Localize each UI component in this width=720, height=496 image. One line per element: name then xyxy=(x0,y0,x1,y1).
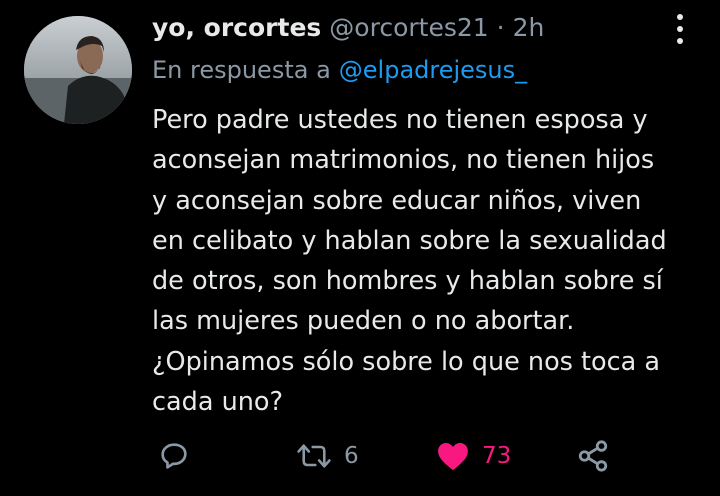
retweet-count: 6 xyxy=(344,443,359,469)
tweet-text-line: Pero padre ustedes no tienen esposa y xyxy=(152,105,648,135)
reply-prefix: En respuesta a xyxy=(152,56,331,84)
tweet-text-line: en celibato y hablan sobre la sexualidad xyxy=(152,225,667,256)
tweet-actions: 6 73 xyxy=(152,436,622,476)
reply-context: En respuesta a @elpadrejesus_ xyxy=(152,56,527,84)
timestamp[interactable]: 2h xyxy=(513,13,545,42)
like-button[interactable]: 73 xyxy=(436,436,511,476)
more-vertical-icon[interactable] xyxy=(670,14,690,44)
tweet-text-line: de otros, son hombres y hablan sobre sí xyxy=(152,266,663,297)
tweet-text-line: aconsejan matrimonios, no tienen hijos xyxy=(152,145,655,176)
heart-filled-icon xyxy=(438,442,468,471)
avatar-photo xyxy=(24,16,132,124)
tweet-text: Pero padre ustedes no tienen esposa y ac… xyxy=(152,100,707,422)
reply-button[interactable] xyxy=(158,436,202,476)
tweet-header: yo, orcortes @orcortes21 · 2h xyxy=(152,13,544,51)
tweet-text-line: las mujeres pueden o no abortar. xyxy=(152,306,575,337)
tweet-text-line: ¿Opinamos sólo sobre lo que nos toca a xyxy=(152,346,661,377)
reply-mention-link[interactable]: @elpadrejesus_ xyxy=(339,56,527,84)
share-button[interactable] xyxy=(576,436,610,476)
tweet-text-line: y aconsejan sobre educar niños, viven xyxy=(152,185,642,216)
tweet-text-line: cada uno? xyxy=(152,387,284,418)
avatar[interactable] xyxy=(24,16,132,124)
more-dot xyxy=(677,26,683,32)
tweet[interactable]: yo, orcortes @orcortes21 · 2h En respues… xyxy=(0,0,720,496)
retweet-icon xyxy=(297,444,331,468)
display-name[interactable]: yo, orcortes xyxy=(152,13,321,42)
share-icon xyxy=(578,440,608,472)
reply-icon xyxy=(161,443,187,469)
user-handle[interactable]: @orcortes21 xyxy=(329,13,488,42)
more-dot xyxy=(677,14,683,20)
separator-dot: · xyxy=(496,13,505,42)
more-dot xyxy=(677,38,683,44)
retweet-button[interactable]: 6 xyxy=(296,436,359,476)
like-count: 73 xyxy=(482,443,512,469)
